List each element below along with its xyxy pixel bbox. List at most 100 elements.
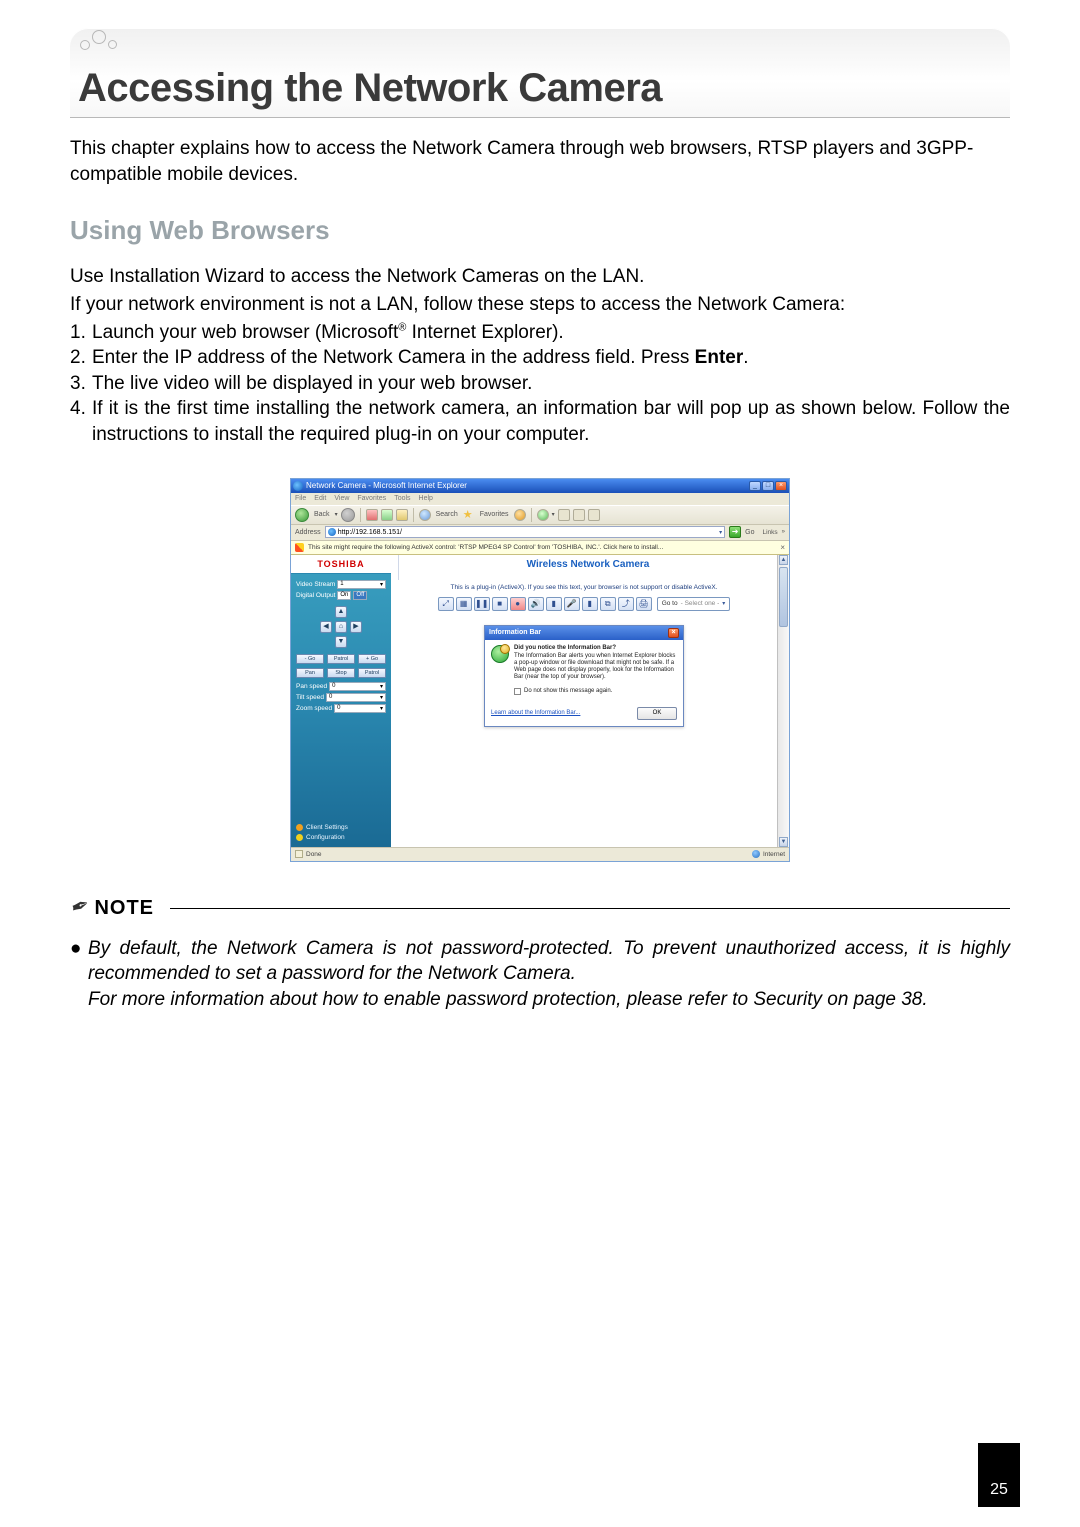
ok-button[interactable]: OK — [637, 707, 677, 720]
status-page-icon — [295, 850, 303, 858]
note-bullet-text: By default, the Network Camera is not pa… — [88, 938, 1010, 985]
home-icon[interactable] — [396, 509, 408, 521]
cam-btn-11[interactable]: ⤴ — [618, 597, 634, 611]
ie-information-bar[interactable]: This site might require the following Ac… — [291, 541, 789, 555]
note-heading: ✒ NOTE — [70, 896, 1010, 922]
refresh-icon[interactable] — [381, 509, 393, 521]
search-label: Search — [436, 511, 458, 518]
video-stream-select[interactable]: 1▾ — [337, 580, 386, 589]
steps-list: 1.Launch your web browser (Microsoft® In… — [70, 320, 1010, 448]
close-button[interactable]: × — [775, 481, 787, 491]
note-body: ● By default, the Network Camera is not … — [70, 936, 1010, 1013]
note-more-text: For more information about how to enable… — [88, 989, 928, 1010]
ptz-control: ▲ ▼ ◀ ▶ ⌂ — [320, 606, 362, 648]
pan-button[interactable]: Pan — [296, 668, 324, 678]
infobar-close-icon[interactable]: × — [780, 543, 785, 552]
pan-speed-select[interactable]: 0▾ — [329, 682, 386, 691]
info-icon — [491, 645, 509, 663]
print-icon[interactable] — [573, 509, 585, 521]
minimize-button[interactable]: _ — [749, 481, 761, 491]
ptz-left-button[interactable]: ◀ — [320, 621, 332, 633]
stop-icon[interactable] — [366, 509, 378, 521]
cam-btn-3[interactable]: ❚❚ — [474, 597, 490, 611]
camera-sidebar: TOSHIBA Video Stream 1▾ Digital Output O… — [291, 555, 391, 847]
ptz-up-button[interactable]: ▲ — [335, 606, 347, 618]
digital-output-on[interactable]: On — [337, 591, 351, 600]
cam-btn-6[interactable]: 🔊 — [528, 597, 544, 611]
forward-button[interactable] — [341, 508, 355, 522]
zoom-speed-select[interactable]: 0▾ — [334, 704, 386, 713]
ie-logo-icon — [293, 481, 303, 491]
step-4: If it is the first time installing the n… — [92, 396, 1010, 447]
chapter-title-band: Accessing the Network Camera — [70, 28, 1010, 118]
maximize-button[interactable]: □ — [762, 481, 774, 491]
camera-main-panel: Wireless Network Camera This is a plug-i… — [391, 555, 777, 847]
ptz-down-button[interactable]: ▼ — [335, 636, 347, 648]
favicon-icon — [328, 528, 336, 536]
menu-file[interactable]: File — [295, 495, 306, 502]
cam-btn-12[interactable]: 🖨 — [636, 597, 652, 611]
paragraph-nonlan: If your network environment is not a LAN… — [70, 292, 1010, 318]
intro-paragraph: This chapter explains how to access the … — [70, 136, 1010, 187]
menu-view[interactable]: View — [334, 495, 349, 502]
ptz-home-button[interactable]: ⌂ — [335, 621, 347, 633]
camera-control-row: ⤢ ▦ ❚❚ ■ ● 🔊 ▮ 🎤 ▮ ⧉ ⤴ 🖨 Go to — [399, 597, 769, 611]
patrol-button[interactable]: Patrol — [358, 668, 386, 678]
menu-help[interactable]: Help — [419, 495, 433, 502]
menu-favorites[interactable]: Favorites — [357, 495, 386, 502]
ie-status-bar: Done Internet — [291, 847, 789, 861]
section-heading-using-web-browsers: Using Web Browsers — [70, 215, 1010, 246]
ie-menu-bar: File Edit View Favorites Tools Help — [291, 493, 789, 505]
dont-show-checkbox[interactable] — [514, 688, 521, 695]
cam-btn-4[interactable]: ■ — [492, 597, 508, 611]
learn-more-link[interactable]: Learn about the Information Bar... — [491, 710, 580, 716]
preset-patrol-button[interactable]: Patrol — [327, 654, 355, 664]
scroll-thumb[interactable] — [779, 567, 788, 627]
vertical-scrollbar[interactable]: ▲ ▼ — [777, 555, 789, 847]
address-input[interactable]: http://192.168.5.151/ ▾ — [325, 526, 725, 538]
cam-btn-7[interactable]: ▮ — [546, 597, 562, 611]
ie-address-bar: Address http://192.168.5.151/ ▾ ➜ Go Lin… — [291, 525, 789, 541]
zoom-speed-label: Zoom speed — [296, 705, 332, 712]
links-label[interactable]: Links — [762, 529, 777, 536]
pen-icon: ✒ — [65, 892, 91, 923]
cam-btn-10[interactable]: ⧉ — [600, 597, 616, 611]
digital-output-off[interactable]: Off — [353, 591, 367, 600]
note-label: NOTE — [94, 897, 154, 920]
media-icon[interactable] — [514, 509, 526, 521]
ptz-right-button[interactable]: ▶ — [350, 621, 362, 633]
cam-btn-2[interactable]: ▦ — [456, 597, 472, 611]
preset-prev-button[interactable]: - Go — [296, 654, 324, 664]
favorites-icon[interactable]: ★ — [463, 509, 475, 521]
preset-next-button[interactable]: + Go — [358, 654, 386, 664]
scroll-down-icon[interactable]: ▼ — [779, 837, 788, 847]
note-rule — [170, 908, 1010, 909]
scroll-up-icon[interactable]: ▲ — [779, 555, 788, 565]
cam-btn-1[interactable]: ⤢ — [438, 597, 454, 611]
client-settings-link[interactable]: Client Settings — [296, 824, 386, 831]
cam-btn-9[interactable]: ▮ — [582, 597, 598, 611]
goto-select[interactable]: Go to - Select one - ▾ — [657, 597, 731, 611]
stop-button[interactable]: Stop — [327, 668, 355, 678]
paragraph-wizard: Use Installation Wizard to access the Ne… — [70, 264, 1010, 290]
shield-icon — [295, 543, 304, 552]
camera-title: Wireless Network Camera — [407, 559, 769, 570]
security-zone: Internet — [763, 851, 785, 858]
go-button[interactable]: ➜ — [729, 526, 741, 538]
mail-icon[interactable] — [558, 509, 570, 521]
infobar-text: This site might require the following Ac… — [308, 544, 663, 551]
menu-edit[interactable]: Edit — [314, 495, 326, 502]
history-icon[interactable] — [537, 509, 549, 521]
ie-window-title: Network Camera - Microsoft Internet Expl… — [306, 481, 467, 490]
cam-btn-5[interactable]: ● — [510, 597, 526, 611]
search-icon[interactable] — [419, 509, 431, 521]
edit-icon[interactable] — [588, 509, 600, 521]
tilt-speed-select[interactable]: 0▾ — [326, 693, 386, 702]
dont-show-label: Do not show this message again. — [524, 688, 612, 694]
dialog-close-button[interactable]: × — [668, 628, 679, 638]
cam-btn-8[interactable]: 🎤 — [564, 597, 580, 611]
pan-speed-label: Pan speed — [296, 683, 327, 690]
configuration-link[interactable]: Configuration — [296, 834, 386, 841]
back-button[interactable] — [295, 508, 309, 522]
menu-tools[interactable]: Tools — [394, 495, 410, 502]
